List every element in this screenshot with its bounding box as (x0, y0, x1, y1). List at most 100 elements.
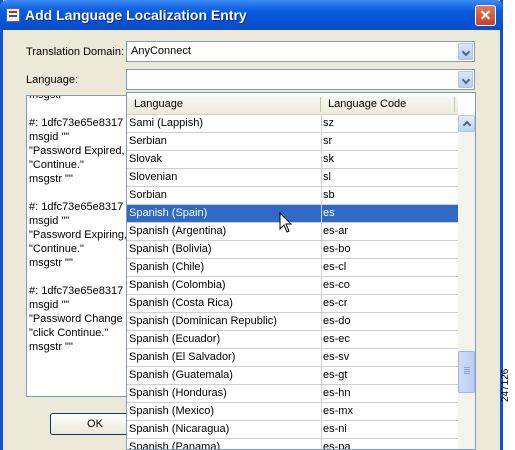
mouse-pointer-icon (279, 212, 293, 233)
language-name: Spanish (El Salvador) (129, 351, 236, 363)
editor-line: msgid "" (29, 215, 70, 227)
language-name: Slovenian (129, 171, 178, 183)
language-code: sk (323, 153, 334, 165)
language-code: sb (323, 189, 335, 201)
cell-divider (321, 205, 322, 223)
list-header: Language Language Code (127, 94, 458, 115)
list-item[interactable]: Slovenian sl (127, 169, 458, 187)
editor-line: #: 1dfc73e65e8317 (29, 201, 124, 213)
language-name: Spanish (Chile) (129, 261, 205, 273)
language-code: es-ec (323, 333, 350, 345)
language-code: es-mx (323, 405, 353, 417)
app-icon (6, 8, 20, 22)
close-button[interactable] (475, 5, 496, 26)
column-header-language[interactable]: Language (134, 98, 183, 110)
chevron-down-icon[interactable] (458, 71, 473, 88)
cell-divider (321, 151, 322, 169)
cell-divider (321, 277, 322, 295)
editor-line: msgid "" (29, 299, 70, 311)
title-bar[interactable]: Add Language Localization Entry (0, 0, 503, 30)
list-item[interactable]: Spanish (Costa Rica) es-cr (127, 295, 458, 313)
cell-divider (321, 439, 322, 449)
list-item[interactable]: Spanish (Panama) es-pa (127, 439, 458, 449)
cell-divider (321, 349, 322, 367)
language-label: Language: (26, 74, 78, 86)
language-code: es-hn (323, 387, 351, 399)
list-item[interactable]: Spanish (Chile) es-cl (127, 259, 458, 277)
editor-line: msgstr "" (29, 95, 73, 101)
language-code: es-bo (323, 243, 351, 255)
editor-line: "Password Expiring, (29, 229, 128, 241)
editor-line: msgid "" (29, 131, 70, 143)
editor-line: msgstr "" (29, 173, 73, 185)
editor-line: "Continue." (29, 159, 84, 171)
editor-line: "Continue." (29, 243, 84, 255)
language-name: Spanish (Bolivia) (129, 243, 212, 255)
language-name: Sorbian (129, 189, 167, 201)
column-divider[interactable] (454, 97, 455, 112)
scroll-up-icon[interactable] (458, 115, 475, 132)
language-name: Slovak (129, 153, 163, 165)
language-dropdown-list[interactable]: Language Language Code Sami (Lappish) sz S… (126, 92, 476, 450)
list-item[interactable]: Spanish (El Salvador) es-sv (127, 349, 458, 367)
scroll-thumb[interactable] (458, 351, 475, 393)
column-header-language-code[interactable]: Language Code (328, 98, 406, 110)
list-item[interactable]: Spanish (Honduras) es-hn (127, 385, 458, 403)
language-code: es-cr (323, 297, 348, 309)
cell-divider (321, 421, 322, 439)
editor-line: "Password Expired, l (29, 145, 128, 157)
language-name: Spanish (Nicaragua) (129, 423, 230, 435)
window-title: Add Language Localization Entry (25, 7, 247, 23)
language-code: es-gt (323, 369, 348, 381)
language-code: es-co (323, 279, 350, 291)
list-item[interactable]: Serbian sr (127, 133, 458, 151)
cell-divider (321, 403, 322, 421)
cell-divider (321, 385, 322, 403)
language-code: es (323, 207, 335, 219)
list-item[interactable]: Spanish (Guatemala) es-gt (127, 367, 458, 385)
cell-divider (321, 241, 322, 259)
language-code: sz (323, 117, 334, 129)
language-select[interactable] (126, 69, 475, 90)
editor-line: #: 1dfc73e65e8317 (29, 285, 124, 297)
language-code: sl (323, 171, 331, 183)
cell-divider (321, 115, 322, 133)
cell-divider (321, 367, 322, 385)
chevron-down-icon[interactable] (458, 43, 473, 60)
language-name: Spanish (Colombia) (129, 279, 226, 291)
cell-divider (321, 133, 322, 151)
language-name: Spanish (Costa Rica) (129, 297, 233, 309)
language-code: sr (323, 135, 333, 147)
language-code: es-ni (323, 423, 347, 435)
list-item[interactable]: Spanish (Mexico) es-mx (127, 403, 458, 421)
list-item[interactable]: Spanish (Nicaragua) es-ni (127, 421, 458, 439)
list-item[interactable]: Slovak sk (127, 151, 458, 169)
column-divider[interactable] (320, 97, 321, 112)
language-name: Spanish (Dominican Republic) (129, 315, 277, 327)
cell-divider (321, 331, 322, 349)
list-item[interactable]: Spanish (Ecuador) es-ec (127, 331, 458, 349)
cell-divider (321, 223, 322, 241)
list-item[interactable]: Sorbian sb (127, 187, 458, 205)
editor-line: "click Continue." (29, 327, 109, 339)
editor-line: msgstr "" (29, 341, 73, 353)
list-item[interactable]: Spanish (Dominican Republic) es-do (127, 313, 458, 331)
list-item[interactable]: Spanish (Bolivia) es-bo (127, 241, 458, 259)
list-item[interactable]: Spanish (Colombia) es-co (127, 277, 458, 295)
list-item[interactable]: Sami (Lappish) sz (127, 115, 458, 133)
editor-line: "Password Change R (29, 313, 128, 325)
cell-divider (321, 295, 322, 313)
language-code: es-sv (323, 351, 350, 363)
vertical-scrollbar[interactable] (458, 115, 475, 449)
language-name: Spanish (Spain) (129, 207, 208, 219)
language-name: Spanish (Guatemala) (129, 369, 233, 381)
language-code: es-ar (323, 225, 349, 237)
translation-domain-select[interactable]: AnyConnect (126, 41, 475, 62)
language-name: Spanish (Ecuador) (129, 333, 221, 345)
translation-text-editor[interactable]: msgstr "" #: 1dfc73e65e8317 msgid "" "Pass… (26, 95, 128, 397)
cell-divider (321, 259, 322, 277)
language-name: Sami (Lappish) (129, 117, 203, 129)
